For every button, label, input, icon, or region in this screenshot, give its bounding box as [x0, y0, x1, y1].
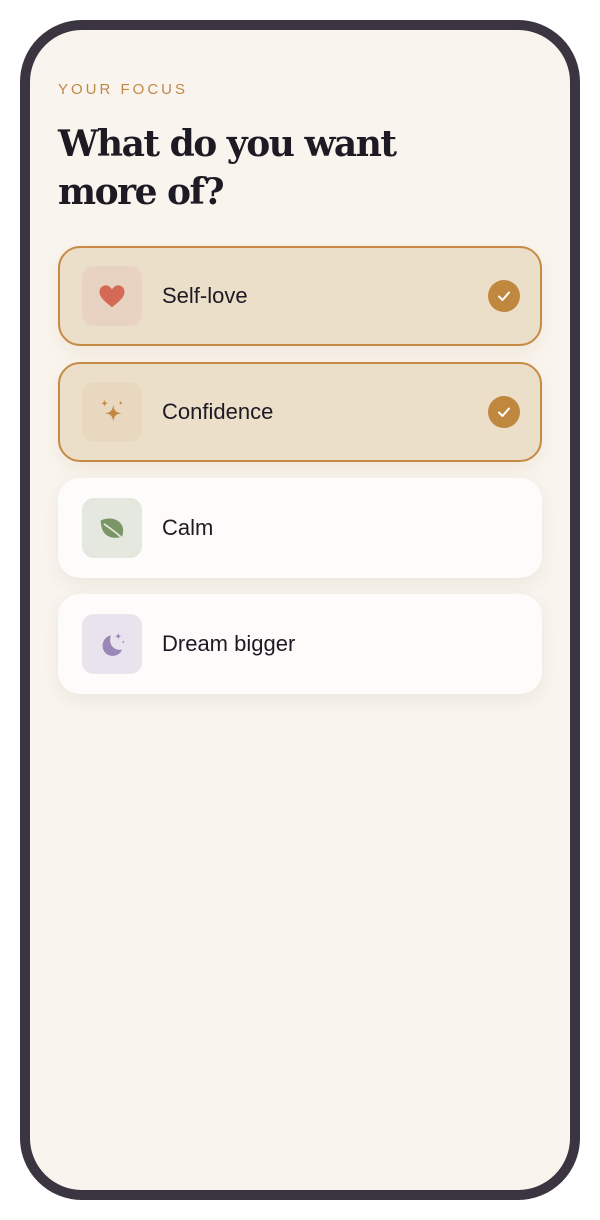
- eyebrow-label: YOUR FOCUS: [58, 81, 189, 98]
- icon-tile: [82, 266, 142, 326]
- icon-tile: [82, 498, 142, 558]
- option-dream-bigger[interactable]: Dream bigger: [58, 594, 542, 694]
- sparkle-icon: [100, 399, 123, 422]
- check-icon: [488, 396, 520, 428]
- focus-screen: YOUR FOCUS What do you want more of? Sel…: [58, 80, 542, 710]
- option-label: Confidence: [162, 399, 274, 424]
- icon-tile: [82, 614, 142, 674]
- option-self-love[interactable]: Self-love: [58, 246, 542, 346]
- check-icon: [488, 280, 520, 312]
- option-label: Self-love: [162, 283, 248, 308]
- moon-stars-icon: [102, 632, 125, 656]
- icon-tile: [82, 382, 142, 442]
- option-confidence[interactable]: Confidence: [58, 362, 542, 462]
- option-label: Calm: [162, 515, 214, 540]
- focus-options-list: Self-love Confidence Calm Dream bigger: [58, 246, 542, 694]
- option-label: Dream bigger: [162, 631, 296, 656]
- option-calm[interactable]: Calm: [58, 478, 542, 578]
- page-title: What do you want more of?: [58, 123, 397, 213]
- phone-frame: YOUR FOCUS What do you want more of? Sel…: [20, 20, 580, 1200]
- leaf-icon: [100, 518, 125, 541]
- heart-icon: [99, 285, 125, 308]
